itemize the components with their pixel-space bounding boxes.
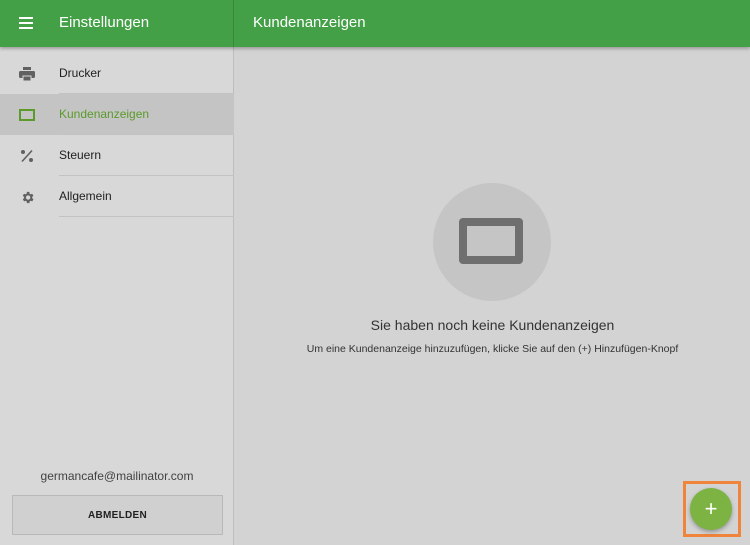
page-title: Kundenanzeigen: [253, 14, 366, 31]
sidebar-item-drucker[interactable]: Drucker: [0, 53, 234, 94]
display-icon: [19, 107, 35, 123]
plus-icon: +: [704, 496, 718, 521]
percent-icon: [19, 148, 35, 164]
printer-icon: [19, 66, 35, 82]
user-email: germancafe@mailinator.com: [40, 469, 194, 483]
sidebar-item-label: Allgemein: [59, 189, 112, 203]
sidebar-item-label: Drucker: [59, 66, 102, 80]
sidebar-item-kundenanzeigen[interactable]: Kundenanzeigen: [0, 94, 234, 135]
settings-header: Einstellungen: [0, 0, 234, 47]
empty-state-subtitle: Um eine Kundenanzeige hinzuzufügen, klic…: [306, 343, 679, 355]
sidebar-item-steuern[interactable]: Steuern: [0, 135, 234, 176]
gear-icon: [19, 189, 35, 205]
sidebar: Drucker Kundenanzeigen Steuern Allgemein…: [0, 47, 234, 545]
sidebar-item-label: Steuern: [59, 148, 102, 162]
display-icon: [459, 218, 523, 264]
settings-title: Einstellungen: [59, 14, 150, 31]
app-bar: Einstellungen Kundenanzeigen: [0, 0, 750, 47]
empty-state-title: Sie haben noch keine Kundenanzeigen: [370, 317, 615, 333]
sidebar-item-allgemein[interactable]: Allgemein: [0, 176, 234, 217]
logout-button[interactable]: ABMELDEN: [12, 495, 223, 535]
add-button[interactable]: +: [690, 488, 732, 530]
empty-state-illustration: [433, 183, 551, 301]
menu-icon[interactable]: [19, 17, 33, 29]
main-content: Sie haben noch keine Kundenanzeigen Um e…: [235, 47, 750, 545]
sidebar-item-label: Kundenanzeigen: [59, 107, 150, 121]
